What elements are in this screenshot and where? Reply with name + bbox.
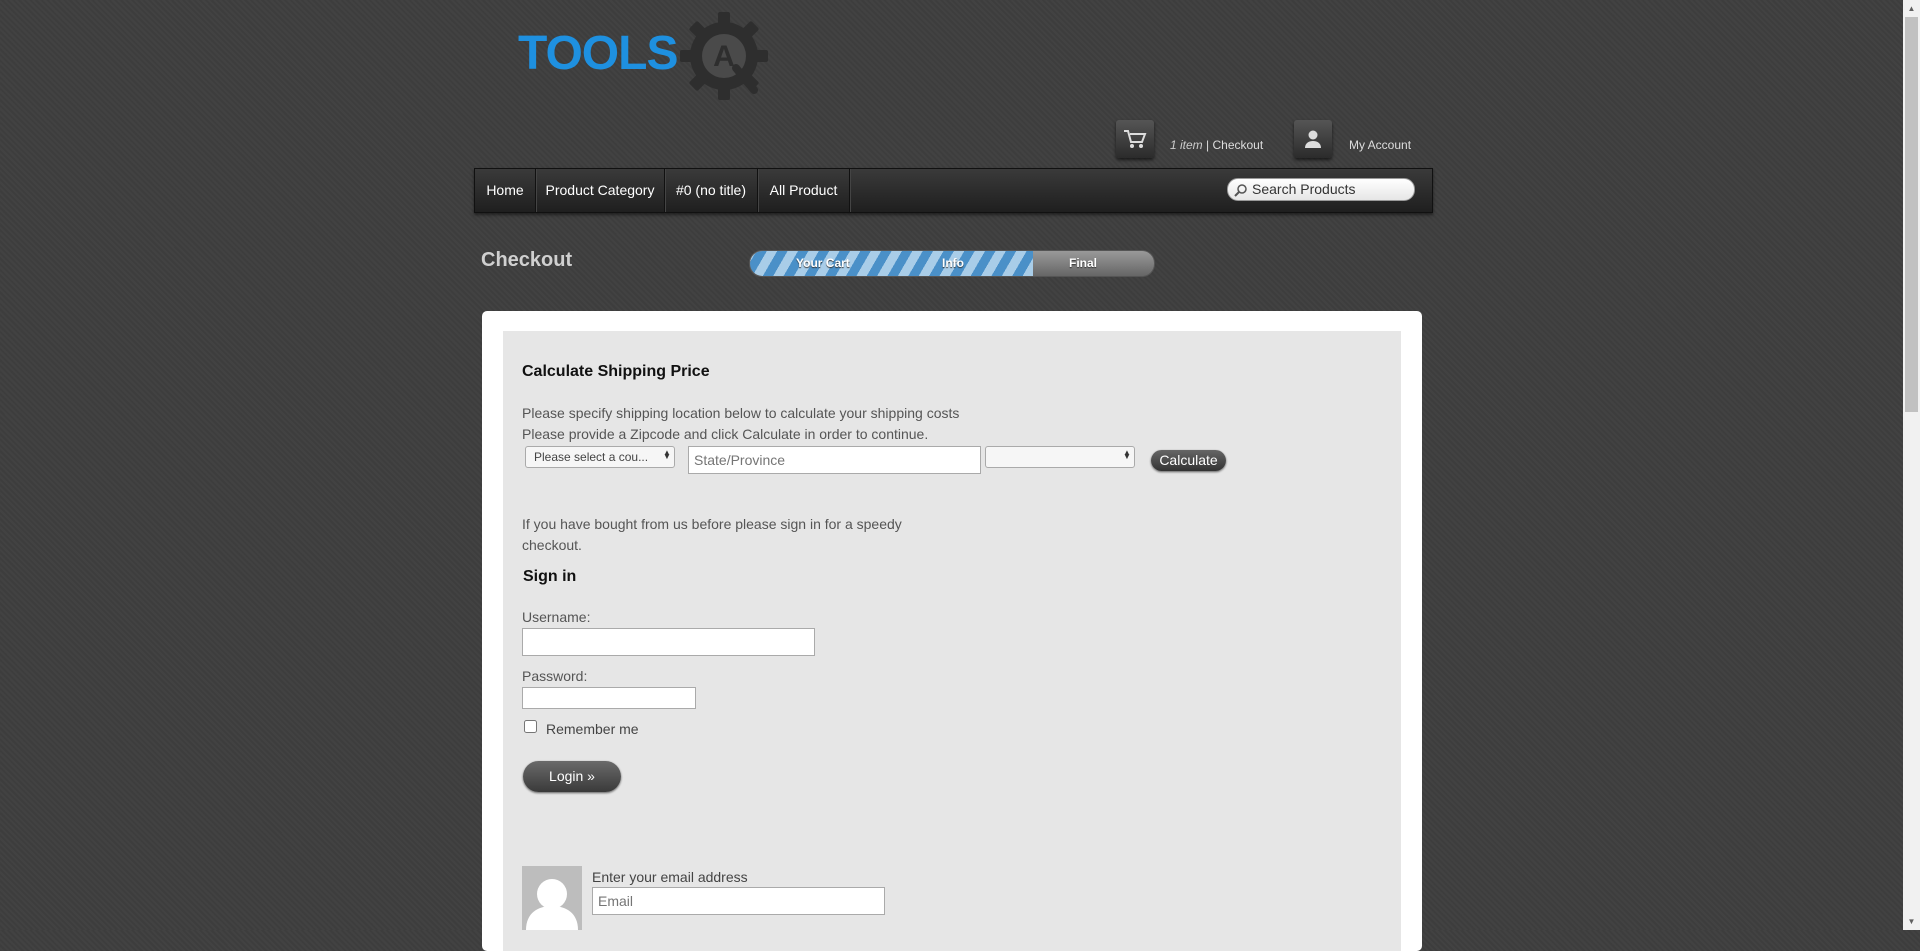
step-your-cart: Your Cart [796,256,850,270]
country-select[interactable]: Please select a cou... [525,446,675,468]
scrollbar[interactable]: ▲ ▼ [1903,0,1920,930]
login-button[interactable]: Login » [523,761,621,792]
my-account-link[interactable]: My Account [1349,138,1411,152]
username-label: Username: [522,609,591,625]
region-select-arrow-icon: ▲ ▼ [1123,448,1131,461]
site-logo[interactable]: TOOLS A [518,10,770,102]
scroll-down-arrow-icon[interactable]: ▼ [1903,913,1920,930]
cart-summary[interactable]: 1 item | Checkout [1170,138,1263,152]
search-icon [1234,184,1247,197]
calculate-button[interactable]: Calculate [1151,450,1226,471]
signin-intro-1: If you have bought from us before please… [522,516,902,532]
scrollbar-thumb[interactable] [1905,17,1918,412]
password-label: Password: [522,668,588,684]
region-select[interactable] [985,446,1135,468]
shipping-instructions-1: Please specify shipping location below t… [522,405,960,421]
checkout-link[interactable]: Checkout [1212,138,1263,152]
checkout-progress-bar: Your Cart Info Final [749,250,1155,277]
nav-item-product-category[interactable]: Product Category [536,169,665,212]
avatar-placeholder-icon [526,879,578,930]
scroll-up-arrow-icon[interactable]: ▲ [1903,0,1920,17]
country-select-arrow-icon: ▲ ▼ [663,448,671,461]
cart-separator: | [1202,138,1213,152]
logo-badge-letter: A [713,40,735,73]
gear-icon: A [680,12,768,100]
progress-fill [750,251,1033,276]
page-title: Checkout [481,249,573,271]
shipping-instructions-2: Please provide a Zipcode and click Calcu… [522,426,929,442]
remember-me-checkbox[interactable] [524,720,537,733]
main-nav: Home Product Category #0 (no title) All … [474,168,1433,213]
cart-count: 1 item [1170,138,1203,152]
shipping-heading: Calculate Shipping Price [522,363,710,380]
nav-item-no-title[interactable]: #0 (no title) [665,169,758,212]
account-button[interactable] [1294,120,1332,158]
search-input[interactable]: Search Products [1227,178,1415,201]
signin-intro-2: checkout. [522,537,582,553]
avatar [522,866,582,930]
step-info: Info [942,256,964,270]
nav-item-all-product[interactable]: All Product [758,169,850,212]
email-label: Enter your email address [592,869,748,885]
nav-item-home[interactable]: Home [475,169,536,212]
user-icon [1305,130,1321,148]
logo-text: TOOLS [518,27,678,80]
password-input[interactable] [522,687,696,709]
username-input[interactable] [522,628,815,656]
signin-heading: Sign in [523,568,577,585]
state-province-input[interactable] [688,446,981,474]
cart-icon [1124,130,1147,148]
cart-button[interactable] [1116,120,1154,158]
search-placeholder: Search Products [1252,181,1356,197]
remember-me-label: Remember me [546,721,639,737]
email-input[interactable] [592,887,885,915]
step-final: Final [1069,256,1098,270]
